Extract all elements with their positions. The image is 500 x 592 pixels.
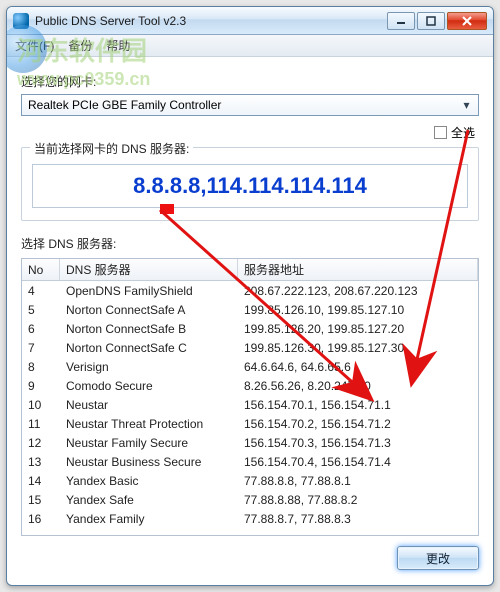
table-row[interactable]: 10Neustar156.154.70.1, 156.154.71.1	[22, 395, 478, 414]
table-row[interactable]: 12Neustar Family Secure156.154.70.3, 156…	[22, 433, 478, 452]
cell-no: 11	[22, 417, 60, 431]
cell-no: 13	[22, 455, 60, 469]
cell-no: 8	[22, 360, 60, 374]
app-window: Public DNS Server Tool v2.3 文件(F) 备份 帮助 …	[6, 6, 494, 586]
table-row[interactable]: 5Norton ConnectSafe A199.85.126.10, 199.…	[22, 300, 478, 319]
cell-no: 16	[22, 512, 60, 526]
menu-backup[interactable]: 备份	[68, 37, 92, 54]
current-dns-group: 当前选择网卡的 DNS 服务器: 8.8.8.8,114.114.114.114	[21, 147, 479, 221]
cell-no: 4	[22, 284, 60, 298]
nic-label: 选择您的网卡:	[21, 73, 479, 90]
cell-addr: 199.85.126.10, 199.85.127.10	[238, 303, 478, 317]
table-row[interactable]: 14Yandex Basic77.88.8.8, 77.88.8.1	[22, 471, 478, 490]
maximize-button[interactable]	[417, 12, 445, 30]
cell-name: Yandex Safe	[60, 493, 238, 507]
select-all-label: 全选	[451, 124, 475, 141]
nic-value: Realtek PCIe GBE Family Controller	[28, 98, 221, 112]
cell-no: 7	[22, 341, 60, 355]
annotation-caret	[160, 204, 174, 214]
servers-table: No DNS 服务器 服务器地址 4OpenDNS FamilyShield20…	[21, 258, 479, 536]
content-area: 选择您的网卡: Realtek PCIe GBE Family Controll…	[7, 57, 493, 582]
table-body: 4OpenDNS FamilyShield208.67.222.123, 208…	[22, 281, 478, 528]
col-header-addr[interactable]: 服务器地址	[238, 259, 478, 280]
cell-name: Comodo Secure	[60, 379, 238, 393]
cell-name: Norton ConnectSafe B	[60, 322, 238, 336]
select-all-checkbox[interactable]	[434, 126, 447, 139]
cell-addr: 77.88.8.88, 77.88.8.2	[238, 493, 478, 507]
close-button[interactable]	[447, 12, 487, 30]
col-header-name[interactable]: DNS 服务器	[60, 259, 238, 280]
table-row[interactable]: 8Verisign64.6.64.6, 64.6.65.6	[22, 357, 478, 376]
cell-name: Verisign	[60, 360, 238, 374]
cell-name: OpenDNS FamilyShield	[60, 284, 238, 298]
cell-no: 14	[22, 474, 60, 488]
table-row[interactable]: 7Norton ConnectSafe C199.85.126.30, 199.…	[22, 338, 478, 357]
cell-name: Neustar Business Secure	[60, 455, 238, 469]
nic-combobox[interactable]: Realtek PCIe GBE Family Controller ▾	[21, 94, 479, 116]
cell-name: Neustar	[60, 398, 238, 412]
change-button-label: 更改	[426, 550, 450, 567]
current-dns-value: 8.8.8.8,114.114.114.114	[133, 173, 367, 199]
cell-addr: 208.67.222.123, 208.67.220.123	[238, 284, 478, 298]
cell-addr: 156.154.70.1, 156.154.71.1	[238, 398, 478, 412]
table-row[interactable]: 11Neustar Threat Protection156.154.70.2,…	[22, 414, 478, 433]
cell-no: 5	[22, 303, 60, 317]
cell-addr: 77.88.8.8, 77.88.8.1	[238, 474, 478, 488]
table-header: No DNS 服务器 服务器地址	[22, 259, 478, 281]
app-icon	[13, 13, 29, 29]
cell-addr: 156.154.70.2, 156.154.71.2	[238, 417, 478, 431]
cell-addr: 156.154.70.4, 156.154.71.4	[238, 455, 478, 469]
cell-name: Norton ConnectSafe C	[60, 341, 238, 355]
cell-name: Neustar Threat Protection	[60, 417, 238, 431]
menubar: 文件(F) 备份 帮助	[7, 35, 493, 57]
cell-name: Yandex Basic	[60, 474, 238, 488]
cell-no: 6	[22, 322, 60, 336]
window-title: Public DNS Server Tool v2.3	[35, 14, 387, 28]
cell-addr: 156.154.70.3, 156.154.71.3	[238, 436, 478, 450]
cell-addr: 64.6.64.6, 64.6.65.6	[238, 360, 478, 374]
change-button[interactable]: 更改	[397, 546, 479, 570]
cell-no: 10	[22, 398, 60, 412]
cell-addr: 8.26.56.26, 8.20.247.20	[238, 379, 478, 393]
table-row[interactable]: 9Comodo Secure8.26.56.26, 8.20.247.20	[22, 376, 478, 395]
menu-help[interactable]: 帮助	[106, 37, 130, 54]
cell-addr: 199.85.126.20, 199.85.127.20	[238, 322, 478, 336]
table-row[interactable]: 16Yandex Family77.88.8.7, 77.88.8.3	[22, 509, 478, 528]
window-controls	[387, 12, 487, 30]
cell-name: Neustar Family Secure	[60, 436, 238, 450]
cell-addr: 77.88.8.7, 77.88.8.3	[238, 512, 478, 526]
cell-addr: 199.85.126.30, 199.85.127.30	[238, 341, 478, 355]
servers-label: 选择 DNS 服务器:	[21, 235, 479, 252]
table-row[interactable]: 13Neustar Business Secure156.154.70.4, 1…	[22, 452, 478, 471]
table-row[interactable]: 4OpenDNS FamilyShield208.67.222.123, 208…	[22, 281, 478, 300]
current-dns-title: 当前选择网卡的 DNS 服务器:	[30, 140, 193, 157]
footer: 更改	[21, 546, 479, 570]
minimize-button[interactable]	[387, 12, 415, 30]
menu-file[interactable]: 文件(F)	[15, 37, 54, 54]
cell-name: Norton ConnectSafe A	[60, 303, 238, 317]
select-all-row: 全选	[21, 124, 475, 141]
chevron-down-icon: ▾	[459, 98, 474, 112]
cell-name: Yandex Family	[60, 512, 238, 526]
table-row[interactable]: 6Norton ConnectSafe B199.85.126.20, 199.…	[22, 319, 478, 338]
col-header-no[interactable]: No	[22, 259, 60, 280]
cell-no: 9	[22, 379, 60, 393]
current-dns-display: 8.8.8.8,114.114.114.114	[32, 164, 468, 208]
cell-no: 12	[22, 436, 60, 450]
table-row[interactable]: 15Yandex Safe77.88.8.88, 77.88.8.2	[22, 490, 478, 509]
titlebar: Public DNS Server Tool v2.3	[7, 7, 493, 35]
cell-no: 15	[22, 493, 60, 507]
